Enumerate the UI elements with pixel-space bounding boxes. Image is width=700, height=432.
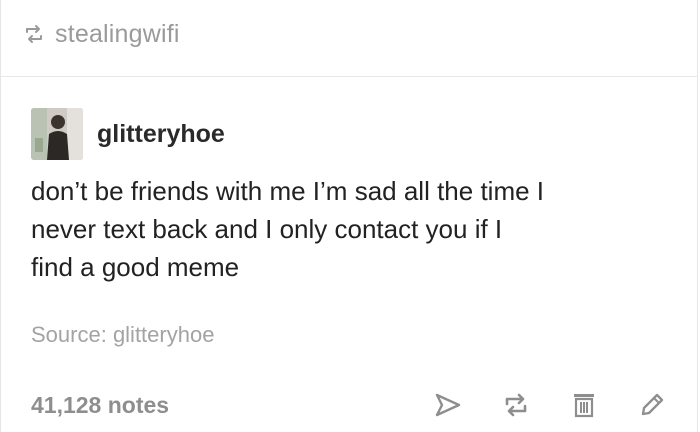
post-source: Source: glitteryhoe <box>31 322 214 348</box>
post-body: don’t be friends with me I’m sad all the… <box>31 172 671 286</box>
reblog-icon[interactable] <box>501 390 531 420</box>
post-body-line: don’t be friends with me I’m sad all the… <box>31 176 545 206</box>
avatar[interactable] <box>31 108 83 160</box>
reblog-header: stealingwifi <box>23 14 180 54</box>
source-label: Source: <box>31 322 113 347</box>
post-footer: 41,128 notes <box>31 385 667 425</box>
reblog-icon <box>23 23 45 45</box>
divider <box>1 76 697 77</box>
post-body-line: never text back and I only contact you i… <box>31 214 503 244</box>
share-icon[interactable] <box>433 390 463 420</box>
author-row: glitteryhoe <box>31 108 225 160</box>
post-actions <box>433 390 667 420</box>
author-username[interactable]: glitteryhoe <box>97 120 225 149</box>
edit-icon[interactable] <box>637 390 667 420</box>
source-link[interactable]: glitteryhoe <box>113 322 215 347</box>
notes-count[interactable]: 41,128 notes <box>31 392 169 419</box>
post-body-line: find a good meme <box>31 252 240 282</box>
post-card: stealingwifi glitteryhoe don’t be friend… <box>0 0 698 432</box>
delete-icon[interactable] <box>569 390 599 420</box>
reblogger-username[interactable]: stealingwifi <box>55 20 180 49</box>
